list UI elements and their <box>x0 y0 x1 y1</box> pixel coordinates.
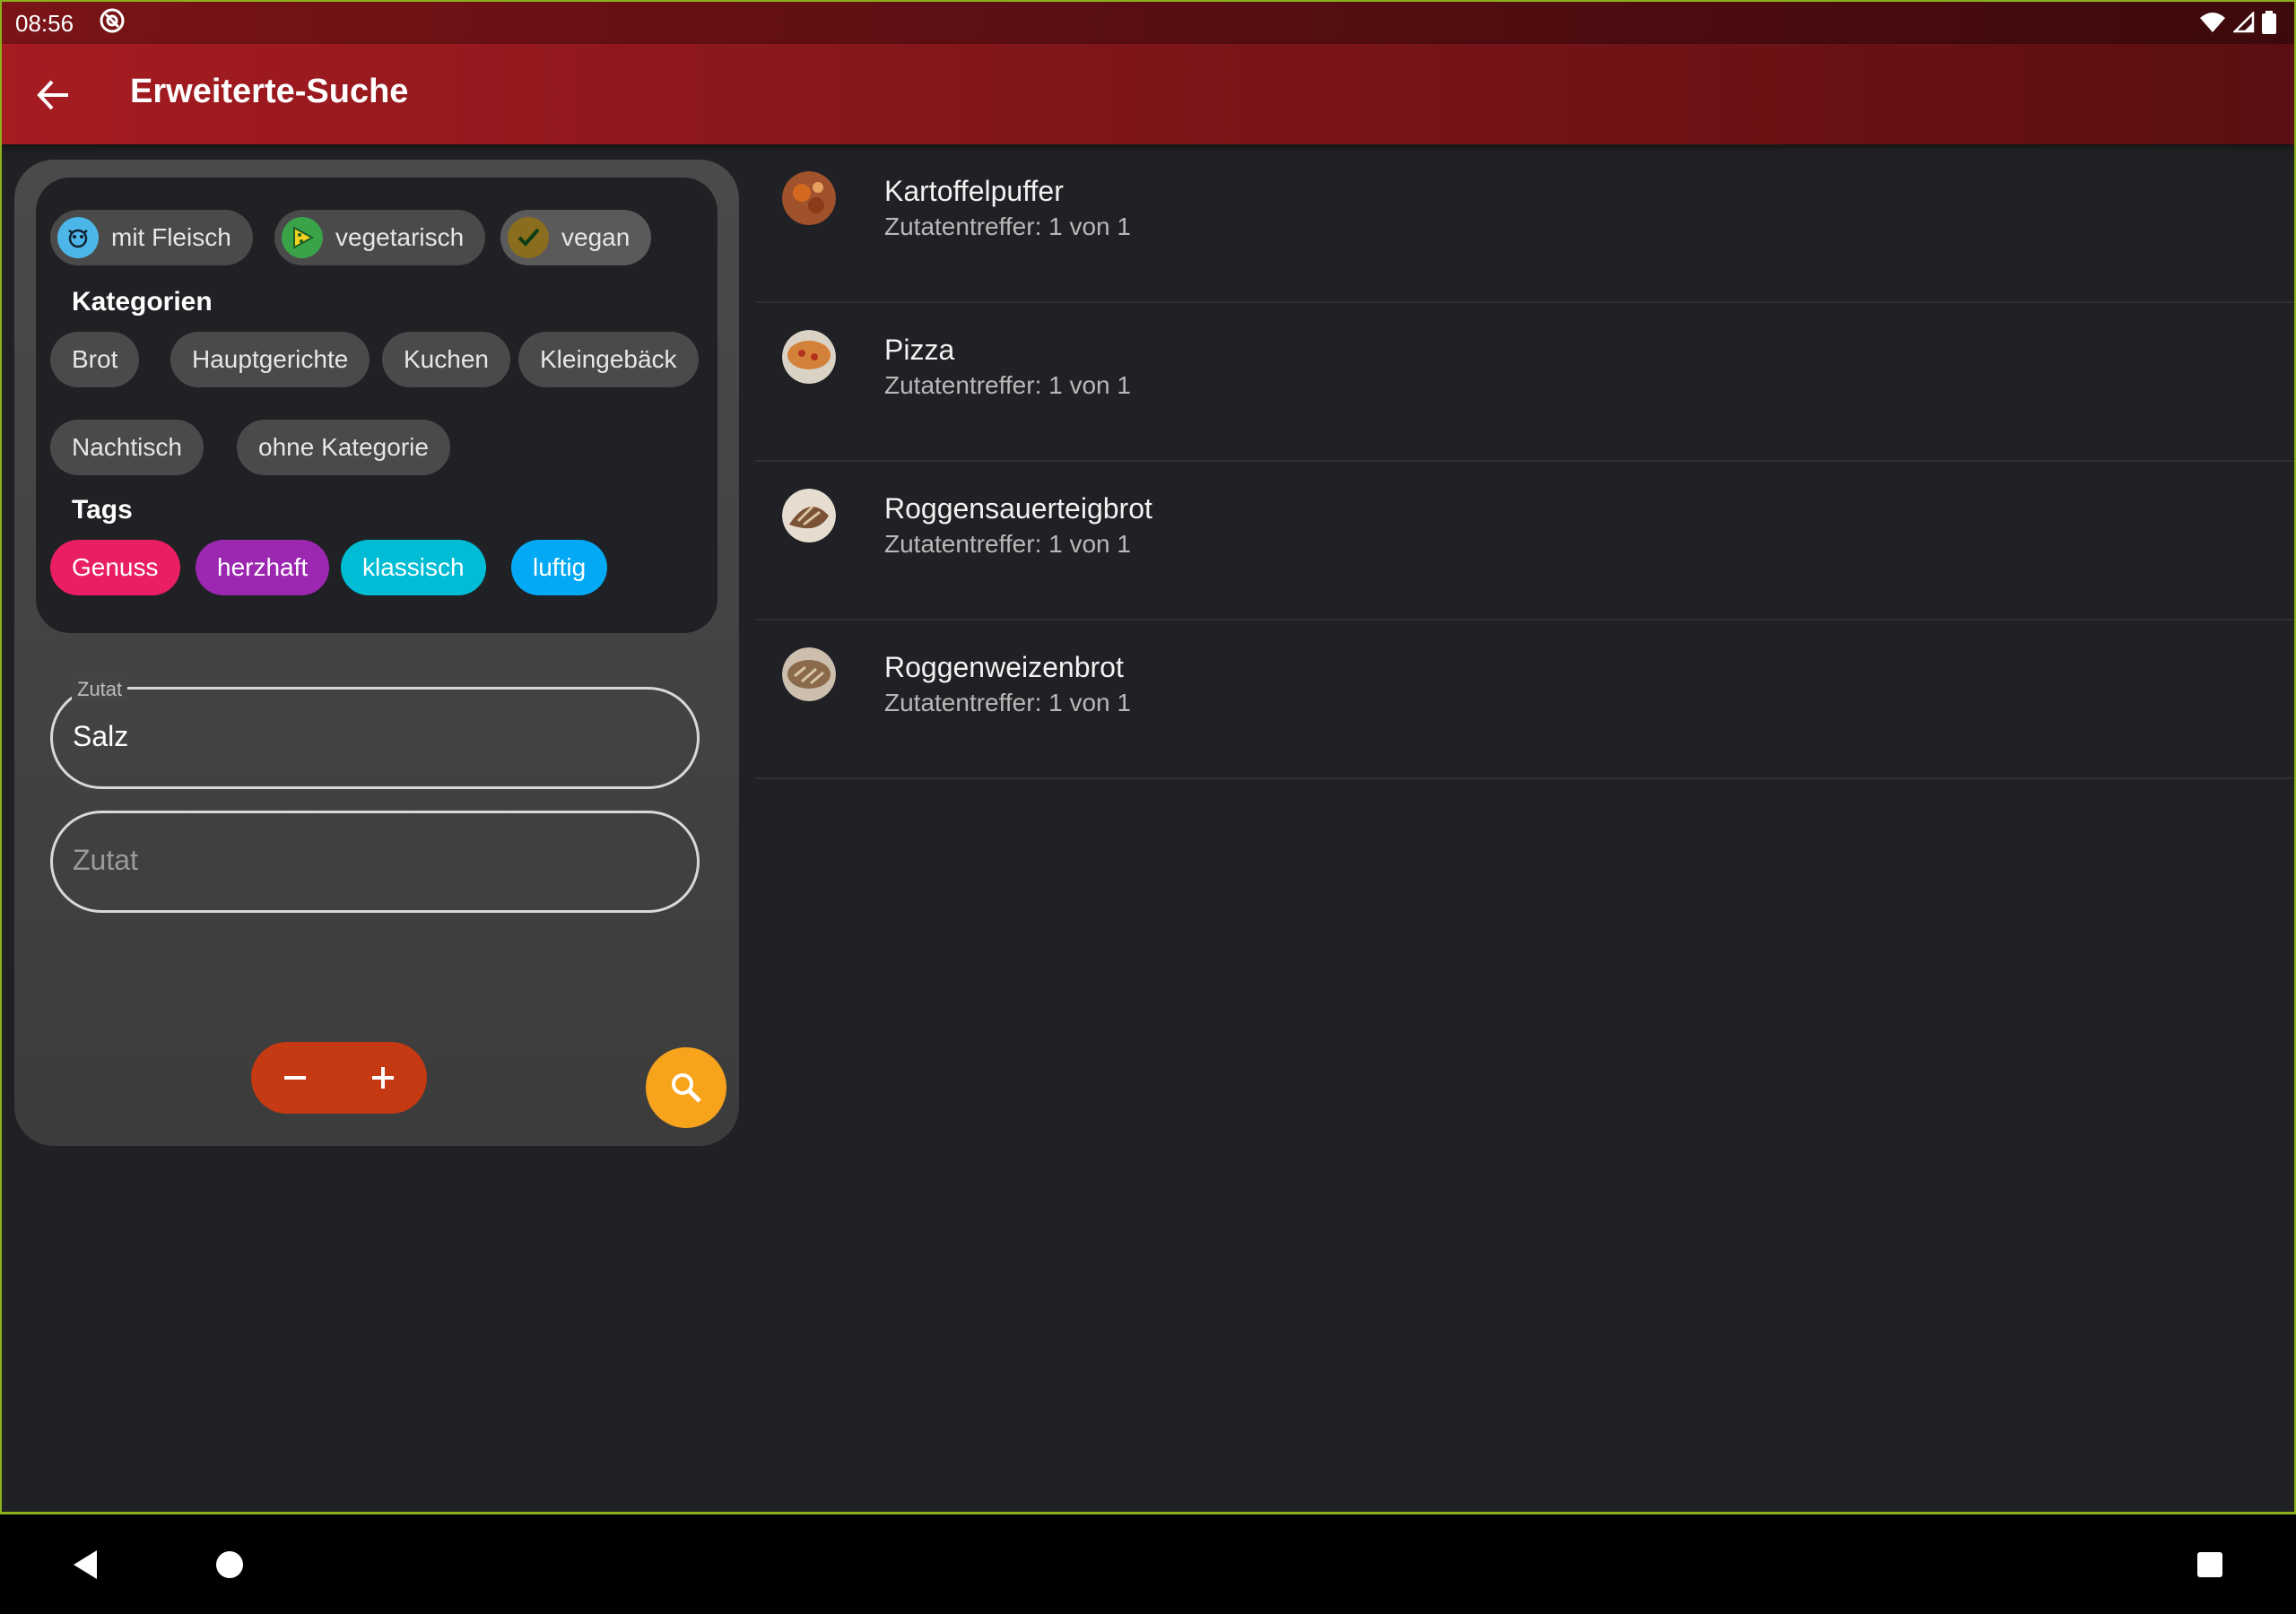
chip-vegan[interactable]: vegan <box>500 210 652 265</box>
nav-recents-icon[interactable] <box>2192 1547 2228 1583</box>
tag-chip-herzhaft[interactable]: herzhaft <box>196 540 330 595</box>
battery-icon <box>2262 11 2276 34</box>
at-sign-icon <box>100 8 125 33</box>
result-row[interactable]: Roggensauerteigbrot Zutatentreffer: 1 vo… <box>755 462 2294 620</box>
recipe-thumbnail <box>782 330 836 384</box>
chip-label: Kuchen <box>404 345 489 373</box>
result-row[interactable]: Kartoffelpuffer Zutatentreffer: 1 von 1 <box>755 144 2294 303</box>
chip-label: klassisch <box>362 553 465 581</box>
chip-label: vegetarisch <box>335 223 465 251</box>
ingredient-match: Zutatentreffer: 1 von 1 <box>884 213 1131 240</box>
tag-chip-genuss[interactable]: Genuss <box>50 540 180 595</box>
tag-chip-klassisch[interactable]: klassisch <box>341 540 486 595</box>
filter-card: mit Fleisch vegetarisch vegan Kategorien… <box>36 178 718 633</box>
ingredient-match: Zutatentreffer: 1 von 1 <box>884 689 1131 716</box>
results-list: Kartoffelpuffer Zutatentreffer: 1 von 1 … <box>755 144 2294 779</box>
remove-ingredient-button[interactable] <box>268 1051 322 1105</box>
ingredient-field-label: Zutat <box>72 678 128 701</box>
recipe-thumbnail <box>782 171 836 225</box>
app-window: 08:56 Erweiterte-Suche mit Fleisch veget… <box>0 0 2296 1514</box>
result-row[interactable]: Pizza Zutatentreffer: 1 von 1 <box>755 303 2294 462</box>
recipe-thumbnail <box>782 647 836 701</box>
ingredient-match: Zutatentreffer: 1 von 1 <box>884 371 1131 399</box>
categories-title: Kategorien <box>72 287 213 317</box>
chip-label: Brot <box>72 345 118 373</box>
recipe-thumbnail <box>782 489 836 542</box>
wifi-icon <box>2200 13 2225 32</box>
category-chip-nachtisch[interactable]: Nachtisch <box>50 420 204 475</box>
cow-icon <box>57 217 99 258</box>
ingredient-field-2[interactable]: Zutat <box>50 811 700 913</box>
category-chip-kleingebaeck[interactable]: Kleingebäck <box>518 332 699 387</box>
ingredient-match: Zutatentreffer: 1 von 1 <box>884 530 1131 558</box>
category-chip-kuchen[interactable]: Kuchen <box>382 332 510 387</box>
ingredient-stepper <box>251 1042 427 1114</box>
tags-title: Tags <box>72 495 133 525</box>
category-chip-brot[interactable]: Brot <box>50 332 140 387</box>
chip-label: Kleingebäck <box>540 345 677 373</box>
app-bar: Erweiterte-Suche <box>2 44 2294 144</box>
status-bar: 08:56 <box>2 2 2294 44</box>
recipe-name: Pizza <box>884 334 955 366</box>
ingredient-value: Salz <box>73 720 129 752</box>
signal-icon <box>2233 12 2255 33</box>
ingredient-placeholder: Zutat <box>73 844 138 876</box>
chip-label: luftig <box>533 553 587 581</box>
chip-label: Nachtisch <box>72 433 182 461</box>
page-title: Erweiterte-Suche <box>130 73 409 110</box>
chip-label: vegan <box>561 223 631 251</box>
search-panel: mit Fleisch vegetarisch vegan Kategorien… <box>14 160 739 1146</box>
plus-icon <box>372 1067 394 1089</box>
category-chip-ohne-kategorie[interactable]: ohne Kategorie <box>237 420 450 475</box>
chip-label: ohne Kategorie <box>258 433 429 461</box>
add-ingredient-button[interactable] <box>356 1051 410 1105</box>
chip-vegetarisch[interactable]: vegetarisch <box>274 210 486 265</box>
chip-label: Hauptgerichte <box>192 345 349 373</box>
recipe-name: Kartoffelpuffer <box>884 175 1064 207</box>
ingredient-field-1[interactable]: Salz <box>50 687 700 789</box>
cheese-icon <box>282 217 323 258</box>
search-icon <box>672 1073 701 1103</box>
search-button[interactable] <box>646 1047 726 1128</box>
result-row[interactable]: Roggenweizenbrot Zutatentreffer: 1 von 1 <box>755 620 2294 779</box>
recipe-name: Roggensauerteigbrot <box>884 492 1152 525</box>
nav-home-icon[interactable] <box>212 1547 248 1583</box>
chip-mit-fleisch[interactable]: mit Fleisch <box>50 210 253 265</box>
nav-back-icon[interactable] <box>68 1547 104 1583</box>
category-chip-hauptgerichte[interactable]: Hauptgerichte <box>170 332 370 387</box>
minus-icon <box>284 1076 306 1080</box>
status-time: 08:56 <box>15 10 74 37</box>
chip-label: mit Fleisch <box>111 223 231 251</box>
back-arrow-icon[interactable] <box>34 76 72 114</box>
system-icons <box>2199 11 2276 34</box>
chip-label: Genuss <box>72 553 159 581</box>
check-leaf-icon <box>508 217 549 258</box>
chip-label: herzhaft <box>217 553 309 581</box>
tag-chip-luftig[interactable]: luftig <box>511 540 608 595</box>
navigation-bar <box>0 1514 2296 1614</box>
recipe-name: Roggenweizenbrot <box>884 651 1124 683</box>
